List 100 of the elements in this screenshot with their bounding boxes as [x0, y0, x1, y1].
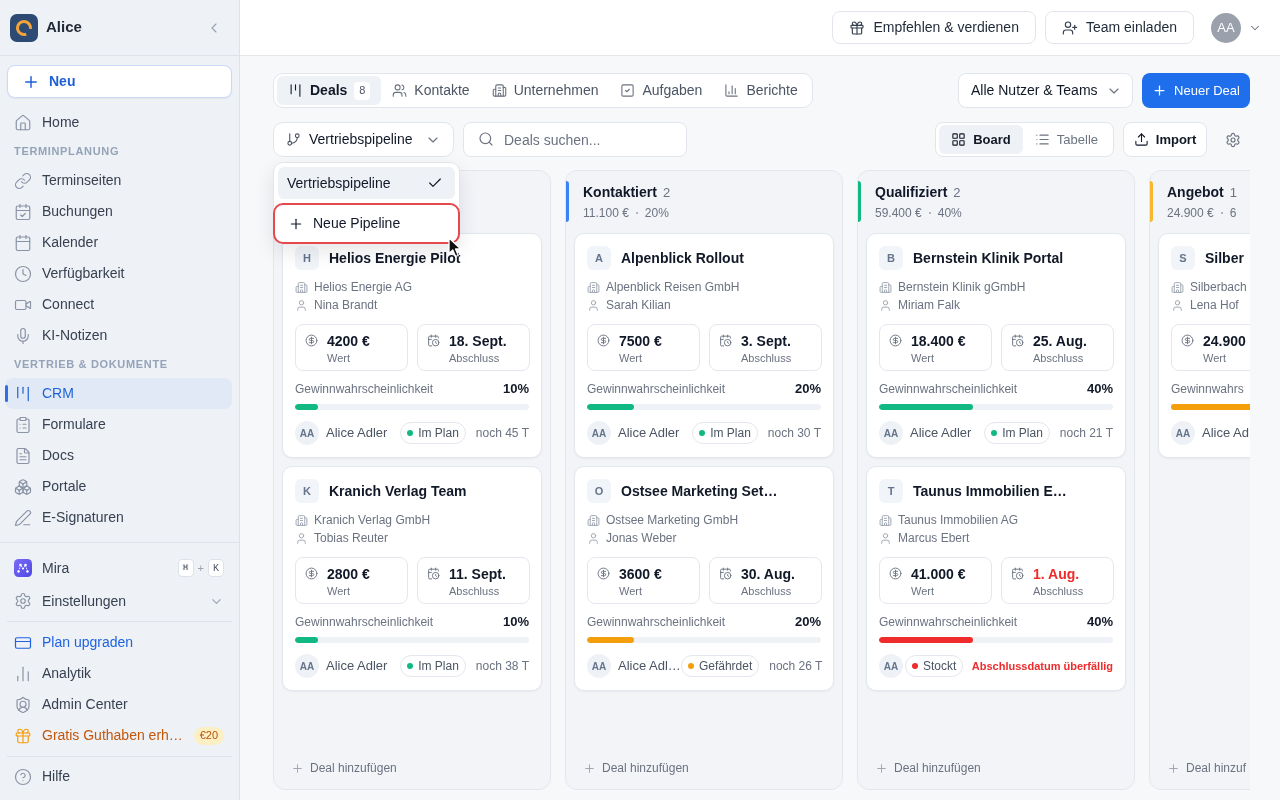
search-icon: [478, 131, 494, 147]
menu-item[interactable]: Neue Pipeline: [273, 203, 460, 244]
nav-item[interactable]: Hilfe: [5, 761, 232, 792]
building-icon: [587, 280, 600, 294]
menu-item[interactable]: Vertriebspipeline: [278, 167, 455, 199]
plus-icon: [583, 761, 596, 775]
add-deal-button[interactable]: Deal hinzufügen: [291, 759, 397, 777]
building-icon: [879, 513, 892, 527]
probability-value: 20%: [794, 380, 821, 399]
nav-item[interactable]: Plan upgraden: [5, 627, 232, 658]
deal-value: 2800 €: [327, 565, 370, 584]
deal-card[interactable]: K Kranich Verlag Team Kranich Verlag GmbH Tobias Reuter 2800 € Wert 11. Sept. Abschluss Gewinnwahrscheinlichkeit 10% AA Alice Adler Im Plan noch 38 T: [282, 466, 542, 691]
deal-card[interactable]: S Silber Silberbach Lena Hof 24.900 Wert Gewinnwahrs AA Alice Ad: [1158, 233, 1250, 458]
probability-label: Gewinnwahrscheinlichkeit: [879, 614, 1018, 631]
grid-icon: [951, 132, 967, 147]
company-name: Silberbach: [1190, 279, 1247, 296]
deal-value: 3600 €: [619, 565, 662, 584]
probability-label: Gewinnwahrscheinlichkeit: [587, 614, 726, 631]
nav-item[interactable]: Admin Center: [5, 689, 232, 720]
view-tab[interactable]: Tabelle: [1022, 125, 1110, 154]
pipeline-select[interactable]: Vertriebspipeline: [273, 122, 454, 157]
probability-value: 40%: [1086, 380, 1113, 399]
status-label: Im Plan: [710, 425, 751, 442]
owner-filter-select[interactable]: Alle Nutzer & Teams: [958, 73, 1133, 108]
nav-item[interactable]: Home: [5, 107, 232, 138]
dollar-icon: [1181, 334, 1194, 347]
deal-card[interactable]: B Bernstein Klinik Portal Bernstein Klinik gGmbH Miriam Falk 18.400 € Wert 25. Aug. Abschluss Gewinnwahrscheinlichkeit 40% AA Alice Adler Im Plan noch 21 T: [866, 233, 1126, 458]
invite-team-button[interactable]: Team einladen: [1044, 11, 1194, 44]
owner-avatar: AA: [587, 654, 611, 678]
status-label: Im Plan: [418, 425, 459, 442]
nav-item[interactable]: Einstellungen: [5, 585, 232, 617]
probability-label: Gewinnwahrscheinlichkeit: [295, 614, 434, 631]
import-button[interactable]: Import: [1123, 122, 1207, 157]
status-label: Stockt: [923, 658, 957, 675]
calendar-clock-icon: [1011, 567, 1024, 580]
tab[interactable]: Deals 8: [277, 76, 382, 105]
nav-item[interactable]: Verfügbarkeit: [5, 258, 232, 289]
probability-value: 20%: [794, 613, 821, 632]
deal-card[interactable]: H Helios Energie Pilot Helios Energie AG Nina Brandt 4200 € Wert 18. Sept. Abschluss Gewinnwahrscheinlichkeit 10% AA Alice Adler Im Plan noch 45 T: [282, 233, 542, 458]
contact-name: Miriam Falk: [898, 297, 960, 314]
deal-initial: S: [1171, 246, 1195, 270]
tab[interactable]: Berichte: [713, 76, 809, 105]
probability-value: 40%: [1086, 613, 1113, 632]
nav-item[interactable]: Formulare: [5, 409, 232, 440]
deal-initial: A: [587, 246, 611, 270]
company-name: Ostsee Marketing GmbH: [606, 512, 739, 529]
home-icon: [14, 113, 32, 132]
tab[interactable]: Kontakte: [381, 76, 481, 105]
nav-item[interactable]: E-Signaturen: [5, 502, 232, 533]
add-deal-button[interactable]: Deal hinzufügen: [875, 759, 981, 777]
plus-icon: [1167, 761, 1180, 775]
new-button[interactable]: Neu: [7, 65, 232, 98]
person-icon: [295, 531, 308, 545]
settings-icon: [14, 592, 32, 610]
owner-avatar: AA: [879, 421, 903, 445]
deal-value: 4200 €: [327, 332, 370, 351]
tab[interactable]: Aufgaben: [609, 76, 714, 105]
value-label: Wert: [1203, 351, 1228, 366]
status-label: Gefährdet: [698, 658, 753, 675]
kanban-icon: [288, 83, 303, 98]
owner-name: Alice Adler: [618, 424, 681, 443]
contact-name: Tobias Reuter: [314, 530, 389, 547]
deal-card[interactable]: O Ostsee Marketing Set… Ostsee Marketing GmbH Jonas Weber 3600 € Wert 30. Aug. Abschluss Gewinnwahrscheinlichkeit 20% AA Alice Adl… Gefährdet noch 26 T: [574, 466, 834, 691]
search-field[interactable]: Deals suchen...: [463, 122, 687, 157]
refer-button[interactable]: Empfehlen & verdienen: [832, 11, 1036, 44]
nav-item[interactable]: Terminseiten: [5, 165, 232, 196]
dollar-icon: [597, 334, 610, 347]
view-tab[interactable]: Board: [939, 125, 1023, 154]
upload-icon: [1133, 132, 1149, 147]
nav-item[interactable]: CRM: [5, 378, 232, 409]
add-deal-button[interactable]: Deal hinzuf: [1167, 759, 1247, 777]
nav-item[interactable]: Buchungen: [5, 196, 232, 227]
assistant-item[interactable]: Mira ⌘ + K: [5, 552, 232, 584]
calendar-clock-icon: [1011, 334, 1024, 347]
calendar-clock-icon: [719, 567, 732, 580]
nav-item[interactable]: Kalender: [5, 227, 232, 258]
nav-item[interactable]: Connect: [5, 289, 232, 320]
owner-name: Alice Adler: [326, 424, 389, 443]
dollar-icon: [597, 567, 610, 580]
deal-card[interactable]: T Taunus Immobilien E… Taunus Immobilien AG Marcus Ebert 41.000 € Wert 1. Aug. Abschluss Gewinnwahrscheinlichkeit 40% AA Stockt Abschlussdatum überfällig: [866, 466, 1126, 691]
new-deal-button[interactable]: Neuer Deal: [1142, 73, 1250, 108]
column-total: 11.100 €: [583, 205, 629, 222]
logo-icon: [10, 13, 38, 42]
close-label: Abschluss: [741, 584, 793, 599]
add-deal-button[interactable]: Deal hinzufügen: [583, 759, 689, 777]
value-label: Wert: [327, 584, 352, 599]
contact-name: Nina Brandt: [314, 297, 378, 314]
nav-item[interactable]: Docs: [5, 440, 232, 471]
column-count: 2: [953, 184, 961, 202]
probability-label: Gewinnwahrscheinlichkeit: [879, 381, 1018, 398]
nav-item[interactable]: Analytik: [5, 658, 232, 689]
due-text: noch 45 T: [475, 425, 529, 442]
nav-item[interactable]: KI-Notizen: [5, 320, 232, 351]
deal-card[interactable]: A Alpenblick Rollout Alpenblick Reisen GmbH Sarah Kilian 7500 € Wert 3. Sept. Abschluss Gewinnwahrscheinlichkeit 20% AA Alice Adler Im Plan noch 30 T: [574, 233, 834, 458]
settings-icon: [1225, 131, 1241, 148]
shortcut-key: K: [208, 559, 224, 577]
tab[interactable]: Unternehmen: [480, 76, 610, 105]
nav-item[interactable]: Portale: [5, 471, 232, 502]
nav-item[interactable]: Gratis Guthaben erh… €20: [5, 720, 232, 751]
close-date: 25. Aug.: [1033, 332, 1087, 351]
